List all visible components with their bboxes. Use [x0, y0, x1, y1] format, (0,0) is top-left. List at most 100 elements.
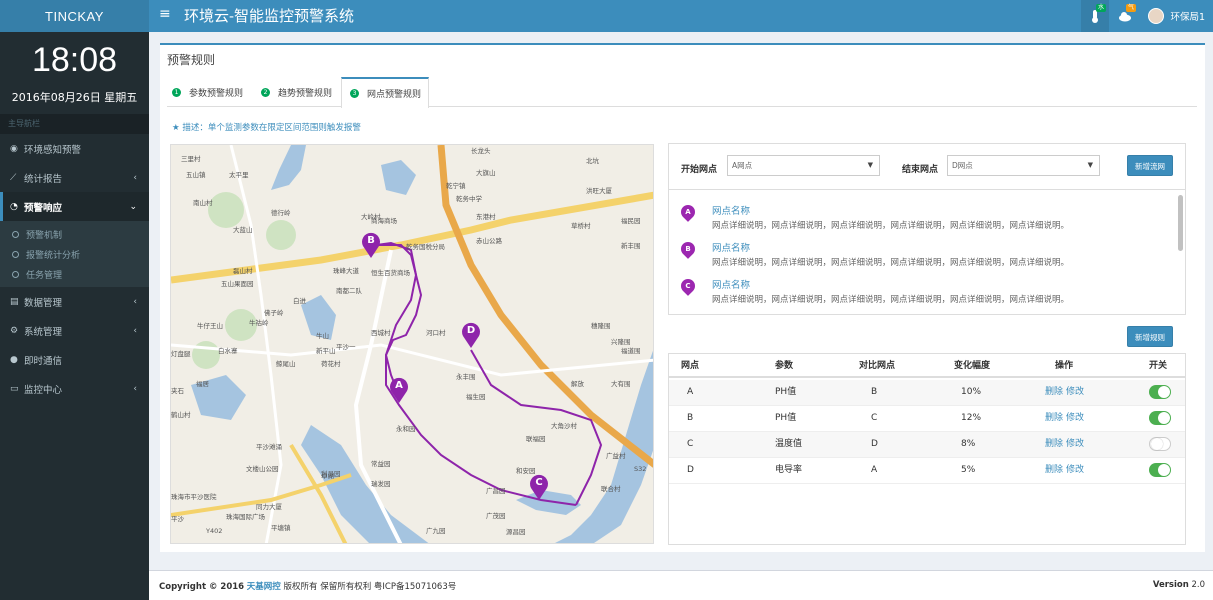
- air-badge: 气: [1125, 4, 1136, 12]
- water-alert-button[interactable]: 水: [1081, 0, 1109, 32]
- map-label: 北坑: [586, 157, 599, 165]
- list-item[interactable]: C 网点名称 网点详细说明，网点详细说明，网点详细说明，网点详细说明，网点详细说…: [678, 276, 1161, 309]
- enable-toggle[interactable]: [1149, 437, 1171, 451]
- map-marker-d[interactable]: D: [462, 322, 480, 348]
- map-view[interactable]: A B C D 三里村 五山镇 太平里 大岭村 南山村 德行岭 大蓝山 五山果面园 磊山村 佛子岭…: [170, 144, 654, 544]
- rule-description: ★ 描述：单个监测参数在限定区间范围则触发报警: [172, 123, 361, 133]
- comments-icon: ●: [10, 354, 18, 365]
- enable-toggle[interactable]: [1149, 385, 1171, 399]
- tab-label: 参数预警规则: [189, 88, 244, 99]
- map-label: 平塘镇: [271, 524, 291, 532]
- list-item[interactable]: A 网点名称 网点详细说明，网点详细说明，网点详细说明，网点详细说明，网点详细说…: [678, 202, 1161, 235]
- rights-text: 版权所有 保留所有权利 粤ICP备15071063号: [283, 582, 457, 592]
- list-item[interactable]: B 网点名称 网点详细说明，网点详细说明，网点详细说明，网点详细说明，网点详细说…: [678, 239, 1161, 272]
- sidebar-item-monitor-center[interactable]: ▭ 监控中心 ‹: [0, 374, 149, 403]
- column-header: 参数: [775, 361, 794, 371]
- circle-icon: ◉: [10, 143, 18, 154]
- map-label: 夹石: [171, 387, 184, 395]
- start-point-select[interactable]: A网点 ▼: [727, 155, 880, 176]
- sidebar-subitem-task[interactable]: 任务管理: [0, 264, 149, 284]
- column-header: 变化幅度: [954, 361, 991, 371]
- brand-logo[interactable]: TINCKAY: [0, 0, 149, 32]
- sidebar-subitem-label: 报警统计分析: [26, 250, 81, 261]
- point-name[interactable]: 网点名称: [712, 277, 750, 291]
- cell-param: PH值: [775, 413, 797, 423]
- map-label: 大蓝山: [233, 226, 253, 234]
- tab-number: 1: [172, 87, 181, 97]
- map-label: 珠海市平沙医院: [171, 493, 217, 501]
- map-label: 大有围: [611, 380, 631, 388]
- sidebar-item-env-warning[interactable]: ◉ 环境感知预警: [0, 134, 149, 163]
- edit-link[interactable]: 修改: [1066, 458, 1084, 483]
- sidebar-item-label: 统计报告: [24, 173, 63, 185]
- map-label: 联福园: [526, 435, 546, 443]
- map-label: 磊山村: [233, 267, 253, 275]
- map-label: 广九园: [426, 527, 446, 535]
- add-route-button[interactable]: 新增流网: [1127, 155, 1173, 176]
- caret-down-icon: ▼: [1087, 161, 1093, 169]
- chevron-left-icon: ‹: [133, 325, 137, 336]
- map-label: 河口村: [426, 329, 446, 337]
- map-pin-icon: A: [678, 202, 698, 222]
- map-marker-a[interactable]: A: [390, 377, 408, 403]
- add-rule-button[interactable]: 新增规则: [1127, 326, 1173, 347]
- enable-toggle[interactable]: [1149, 411, 1171, 425]
- air-alert-button[interactable]: 气: [1111, 0, 1139, 32]
- map-label: 新平山: [316, 347, 336, 355]
- map-label: 商海商场: [371, 217, 397, 225]
- delete-link[interactable]: 删除: [1045, 432, 1063, 457]
- map-label: 大角沙村: [551, 422, 577, 430]
- sidebar-item-data-manage[interactable]: ▤ 数据管理 ‹: [0, 287, 149, 316]
- map-label: 永和园: [396, 425, 416, 433]
- sidebar: TINCKAY 18:08 2016年08月26日 星期五 主导航栏 ◉ 环境感…: [0, 0, 149, 600]
- nav-header: 主导航栏: [0, 114, 149, 134]
- sidebar-item-instant-message[interactable]: ● 即时通信: [0, 345, 149, 374]
- company-link[interactable]: 天基网控: [247, 582, 281, 592]
- map-label: 荷花村: [321, 360, 341, 368]
- delete-link[interactable]: 删除: [1045, 458, 1063, 483]
- map-label: 德行岭: [271, 209, 291, 217]
- point-list[interactable]: A 网点名称 网点详细说明，网点详细说明，网点详细说明，网点详细说明，网点详细说…: [669, 191, 1185, 315]
- tab-label: 趋势预警规则: [278, 88, 333, 99]
- end-point-select[interactable]: D网点 ▼: [947, 155, 1100, 176]
- scrollbar[interactable]: [1178, 195, 1183, 251]
- map-label: 赤山公路: [476, 237, 502, 245]
- edit-link[interactable]: 修改: [1066, 380, 1084, 405]
- sidebar-item-system-manage[interactable]: ⚙ 系统管理 ‹: [0, 316, 149, 345]
- point-name[interactable]: 网点名称: [712, 203, 750, 217]
- enable-toggle[interactable]: [1149, 463, 1171, 477]
- end-point-label: 结束网点: [902, 165, 939, 175]
- map-label: 五山镇: [186, 171, 206, 179]
- delete-link[interactable]: 删除: [1045, 380, 1063, 405]
- delete-link[interactable]: 删除: [1045, 406, 1063, 431]
- start-point-value: A网点: [732, 161, 753, 170]
- sidebar-item-stats-report[interactable]: ⟋ 统计报告 ‹: [0, 163, 149, 192]
- edit-link[interactable]: 修改: [1066, 406, 1084, 431]
- app-title: 环境云-智能监控预警系统: [184, 8, 354, 25]
- start-point-label: 开始网点: [681, 165, 718, 175]
- tab-number: 3: [350, 89, 359, 98]
- column-header: 操作: [1055, 361, 1074, 371]
- sidebar-subitem-alarm-stats[interactable]: 报警统计分析: [0, 244, 149, 264]
- tab-point-rules[interactable]: 3 网点预警规则: [341, 77, 429, 108]
- map-label: 南山村: [193, 199, 213, 207]
- avatar: [1148, 8, 1165, 24]
- tab-trend-rules[interactable]: 2 趋势预警规则: [261, 77, 341, 107]
- map-label: 珠海国际广场: [226, 513, 265, 521]
- circle-outline-icon: [12, 270, 19, 278]
- point-name[interactable]: 网点名称: [712, 240, 750, 254]
- menu-toggle-icon[interactable]: ≡: [159, 6, 171, 22]
- map-label: 常益园: [371, 460, 391, 468]
- map-label: 五山果面园: [221, 280, 254, 288]
- edit-link[interactable]: 修改: [1066, 432, 1084, 457]
- cell-compare: C: [871, 413, 878, 423]
- map-label: 文楼山公园: [246, 465, 279, 473]
- tab-param-rules[interactable]: 1 参数预警规则: [172, 77, 252, 107]
- circle-outline-icon: [12, 250, 19, 258]
- sidebar-subitem-mechanism[interactable]: 预警机制: [0, 224, 149, 244]
- sidebar-item-warning-response[interactable]: ◔ 预警响应 ⌄: [0, 192, 149, 221]
- user-menu[interactable]: 环保局1: [1148, 8, 1205, 24]
- map-label: 福道围: [621, 347, 641, 355]
- line-chart-icon: ⟋: [10, 172, 17, 183]
- chevron-left-icon: ‹: [133, 296, 137, 307]
